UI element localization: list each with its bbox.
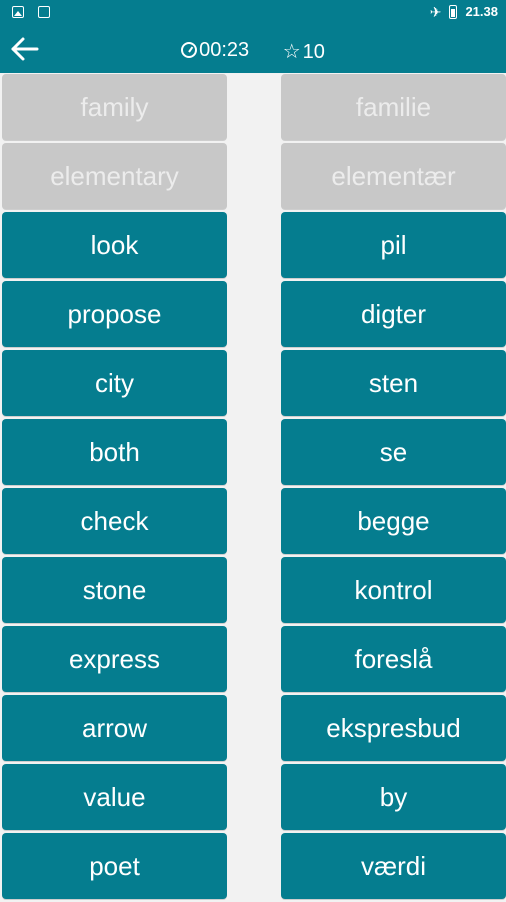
right-word-tile[interactable]: ekspresbud (281, 695, 506, 761)
right-word-tile[interactable]: digter (281, 281, 506, 347)
score-value: 10 (302, 41, 325, 63)
left-word-tile[interactable]: express (2, 626, 227, 692)
status-time: 21.38 (465, 4, 498, 19)
left-word-tile[interactable]: stone (2, 557, 227, 623)
right-word-tile[interactable]: foreslå (281, 626, 506, 692)
font-notification-icon (38, 6, 50, 18)
image-notification-icon (12, 6, 24, 18)
score: ☆ 10 (283, 40, 325, 64)
right-word-tile: familie (281, 74, 506, 140)
left-word-tile: family (2, 74, 227, 140)
app-bar: 00:23 ☆ 10 (0, 26, 506, 73)
left-word-tile[interactable]: poet (2, 833, 227, 899)
right-word-column: familie elementær pil digter sten se begge kont… (281, 74, 506, 902)
left-word-tile[interactable]: propose (2, 281, 227, 347)
right-word-tile[interactable]: værdi (281, 833, 506, 899)
left-word-tile[interactable]: check (2, 488, 227, 554)
left-word-column: family elementary look propose city both check… (2, 74, 227, 902)
airplane-mode-icon: ✈ (429, 3, 442, 20)
right-word-tile[interactable]: sten (281, 350, 506, 416)
timer-value: 00:23 (199, 39, 250, 61)
star-icon: ☆ (282, 41, 301, 63)
battery-icon (449, 4, 458, 19)
right-word-tile[interactable]: se (281, 419, 506, 485)
clock-icon (181, 42, 198, 58)
right-word-tile[interactable]: begge (281, 488, 506, 554)
left-word-tile[interactable]: city (2, 350, 227, 416)
left-word-tile: elementary (2, 143, 227, 209)
right-word-tile[interactable]: pil (281, 212, 506, 278)
left-word-tile[interactable]: value (2, 764, 227, 830)
right-word-tile: elementær (281, 143, 506, 209)
top-bar: ✈ 21.38 00:23 ☆ 10 (0, 0, 506, 73)
left-word-tile[interactable]: arrow (2, 695, 227, 761)
timer: 00:23 (181, 38, 249, 62)
status-bar: ✈ 21.38 (0, 0, 506, 26)
left-word-tile[interactable]: both (2, 419, 227, 485)
right-word-tile[interactable]: kontrol (281, 557, 506, 623)
left-word-tile[interactable]: look (2, 212, 227, 278)
right-word-tile[interactable]: by (281, 764, 506, 830)
